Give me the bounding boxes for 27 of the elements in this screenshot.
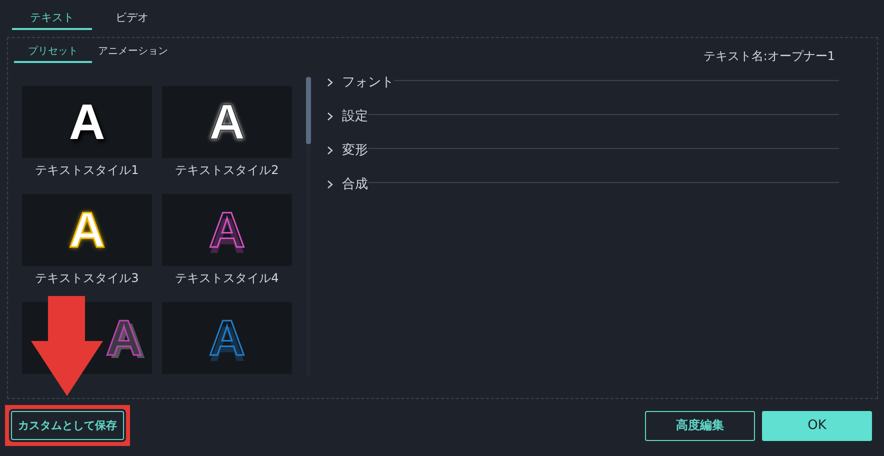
ok-button[interactable]: OK [762,410,872,440]
section-label[interactable]: 設定 [342,107,368,125]
tab[interactable]: テキスト [12,10,92,30]
tab[interactable]: プリセット [14,44,92,63]
advanced-edit-button[interactable]: 高度編集 [645,410,755,440]
preset-label: テキストスタイル3 [35,271,139,287]
preset-label: テキストスタイル4 [175,271,279,287]
chevron-icon[interactable] [327,78,333,86]
save-custom-button[interactable]: カスタムとして保存 [11,411,124,440]
preset-thumbnail[interactable]: A [22,86,152,158]
down-arrow-icon [30,296,104,396]
preset-label: テキストスタイル1 [35,163,139,179]
preset-thumbnail[interactable]: A [162,194,292,266]
section-label[interactable]: 変形 [342,141,368,159]
section-label[interactable]: 合成 [342,175,368,193]
preset-thumbnail[interactable]: A [22,194,152,266]
chevron-icon[interactable] [327,112,333,120]
preset-thumbnail[interactable]: A [162,86,292,158]
chevron-icon[interactable] [327,180,333,188]
chevron-icon[interactable] [327,146,333,154]
tab[interactable]: アニメーション [94,44,172,63]
section-label[interactable]: フォント [342,73,394,91]
scrollbar[interactable] [306,77,311,377]
preset-thumbnail[interactable]: A [162,302,292,374]
tab[interactable]: ビデオ [92,10,172,30]
text-name-label: テキスト名:オープナー1 [703,48,835,65]
preset-label: テキストスタイル2 [175,163,279,179]
